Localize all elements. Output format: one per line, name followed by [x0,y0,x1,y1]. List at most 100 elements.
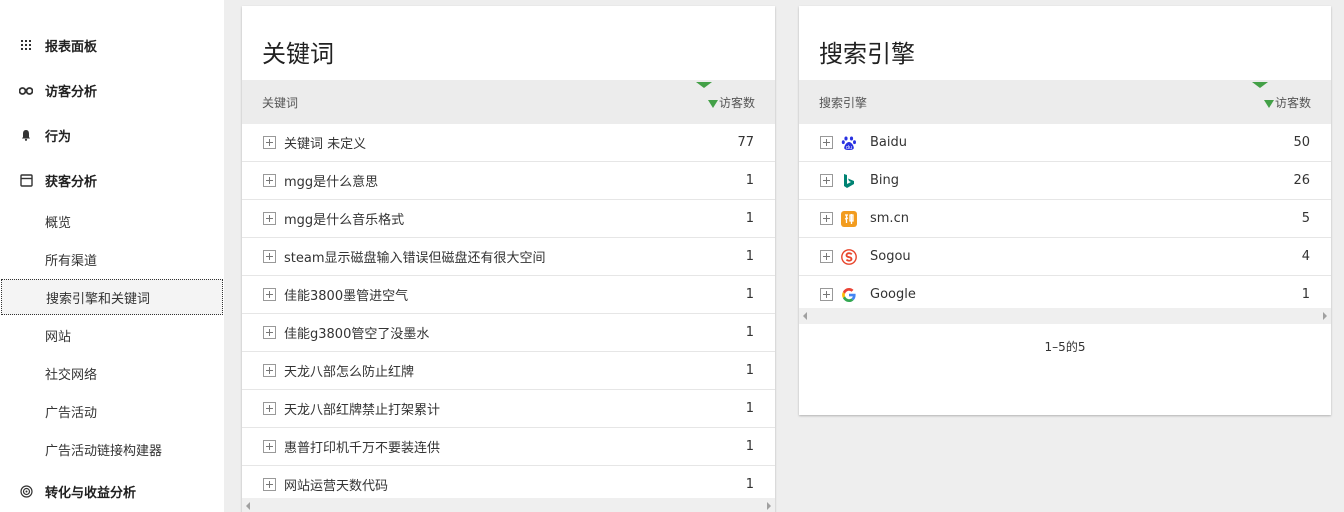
row-label: 佳能g3800管空了没墨水 [284,327,430,342]
row-label: 天龙八部怎么防止红牌 [284,365,415,380]
row-label: 天龙八部红牌禁止打架累计 [284,403,441,418]
search-engines-column-visitors-label: 访客数 [1274,95,1311,110]
row-value: 50 [1293,135,1310,150]
expand-icon[interactable] [820,288,833,301]
row-label: 惠普打印机千万不要装连供 [284,441,441,456]
nav-acquisition[interactable]: 获客分析 [0,162,224,198]
table-row[interactable]: 惠普打印机千万不要装连供 1 [242,428,775,466]
table-row[interactable]: steam显示磁盘输入错误但磁盘还有很大空间 1 [242,238,775,276]
expand-icon[interactable] [263,288,276,301]
scroll-right-icon[interactable] [1323,312,1327,320]
table-row[interactable]: Bing 26 [799,162,1331,200]
expand-icon[interactable] [820,136,833,149]
table-row[interactable]: du Baidu 50 [799,124,1331,162]
row-value: 1 [1301,287,1310,302]
expand-icon[interactable] [263,136,276,149]
row-value: 5 [1301,211,1310,226]
nav-dashboard-label: 报表面板 [45,39,98,55]
expand-icon[interactable] [263,364,276,377]
nav-visitors[interactable]: 访客分析 [0,72,224,108]
expand-icon[interactable] [263,174,276,187]
nav-goals-label: 转化与收益分析 [45,485,137,501]
dashboard-icon [19,38,33,52]
nav-sub-websites-label: 网站 [45,329,72,345]
expand-icon[interactable] [263,402,276,415]
row-value: 1 [745,249,754,264]
row-value: 1 [745,211,754,226]
keywords-column-label[interactable]: 关键词 [242,94,708,111]
row-value: 26 [1293,173,1310,188]
sort-desc-icon [707,99,718,108]
nav-behaviour-label: 行为 [45,129,72,145]
row-label: mgg是什么音乐格式 [284,213,405,228]
row-value: 1 [745,325,754,340]
keywords-column-visitors[interactable]: 访客数 [695,81,775,111]
row-label: Sogou [870,249,911,264]
acquisition-icon [19,173,33,187]
table-row[interactable]: mgg是什么意思 1 [242,162,775,200]
expand-icon[interactable] [263,326,276,339]
row-value: 1 [745,173,754,188]
nav-sub-search-engines-keywords-label: 搜索引擎和关键词 [46,291,151,307]
expand-icon[interactable] [820,174,833,187]
row-label: 网站运营天数代码 [284,479,389,494]
row-value: 77 [737,135,754,150]
keywords-horizontal-scrollbar[interactable] [242,498,775,512]
expand-icon[interactable] [263,440,276,453]
binoculars-icon [19,83,33,97]
nav-sub-campaigns[interactable]: 广告活动 [0,393,224,429]
sm-cn-icon [841,210,857,227]
expand-icon[interactable] [820,212,833,225]
scroll-left-icon[interactable] [803,312,807,320]
nav-behaviour[interactable]: 行为 [0,117,224,153]
table-row[interactable]: 天龙八部红牌禁止打架累计 1 [242,390,775,428]
search-engines-table-body: du Baidu 50 Bing 26 sm.cn 5 Sogou 4 Goog… [799,124,1331,314]
expand-icon[interactable] [820,250,833,263]
row-label: 关键词 未定义 [284,137,367,152]
table-row[interactable]: mgg是什么音乐格式 1 [242,200,775,238]
row-label: Bing [870,173,900,188]
row-label: sm.cn [870,211,909,226]
search-engines-card: 搜索引擎 搜索引擎 访客数 du Baidu 50 Bing 26 sm.cn … [799,6,1331,415]
row-value: 4 [1301,249,1310,264]
nav-sub-social-networks[interactable]: 社交网络 [0,355,224,391]
sort-indicator-icon [695,81,712,88]
nav-sub-social-networks-label: 社交网络 [45,367,98,383]
search-engines-card-title: 搜索引擎 [819,40,915,68]
nav-sub-search-engines-keywords[interactable]: 搜索引擎和关键词 [1,279,223,315]
search-engines-table-header: 搜索引擎 访客数 [799,80,1331,124]
row-label: Google [870,287,916,302]
nav-sub-overview[interactable]: 概览 [0,203,224,239]
google-icon [841,287,857,303]
table-row[interactable]: Sogou 4 [799,238,1331,276]
table-row[interactable]: 关键词 未定义 77 [242,124,775,162]
sogou-icon [841,248,857,265]
expand-icon[interactable] [263,212,276,225]
table-row[interactable]: 佳能g3800管空了没墨水 1 [242,314,775,352]
scroll-left-icon[interactable] [246,502,250,510]
search-engines-column-visitors[interactable]: 访客数 [1251,81,1331,111]
table-row[interactable]: 天龙八部怎么防止红牌 1 [242,352,775,390]
nav-sub-campaign-url-builder-label: 广告活动链接构建器 [45,443,163,459]
nav-sub-overview-label: 概览 [45,215,72,231]
nav-sub-all-channels[interactable]: 所有渠道 [0,241,224,277]
nav-sub-websites[interactable]: 网站 [0,317,224,353]
nav-dashboard[interactable]: 报表面板 [0,27,224,63]
target-icon [19,484,33,498]
table-row[interactable]: sm.cn 5 [799,200,1331,238]
search-engines-column-label[interactable]: 搜索引擎 [799,94,1264,111]
keywords-column-visitors-label: 访客数 [718,95,755,110]
row-value: 1 [745,477,754,492]
expand-icon[interactable] [263,478,276,491]
nav-goals[interactable]: 转化与收益分析 [0,473,224,509]
row-label: Baidu [870,135,907,150]
expand-icon[interactable] [263,250,276,263]
row-value: 1 [745,401,754,416]
scroll-right-icon[interactable] [767,502,771,510]
row-label: steam显示磁盘输入错误但磁盘还有很大空间 [284,251,546,266]
nav-sub-campaign-url-builder[interactable]: 广告活动链接构建器 [0,431,224,467]
search-engines-horizontal-scrollbar[interactable] [799,308,1331,324]
nav-acquisition-label: 获客分析 [45,174,98,190]
table-row[interactable]: 佳能3800墨管进空气 1 [242,276,775,314]
row-label: 佳能3800墨管进空气 [284,289,409,304]
